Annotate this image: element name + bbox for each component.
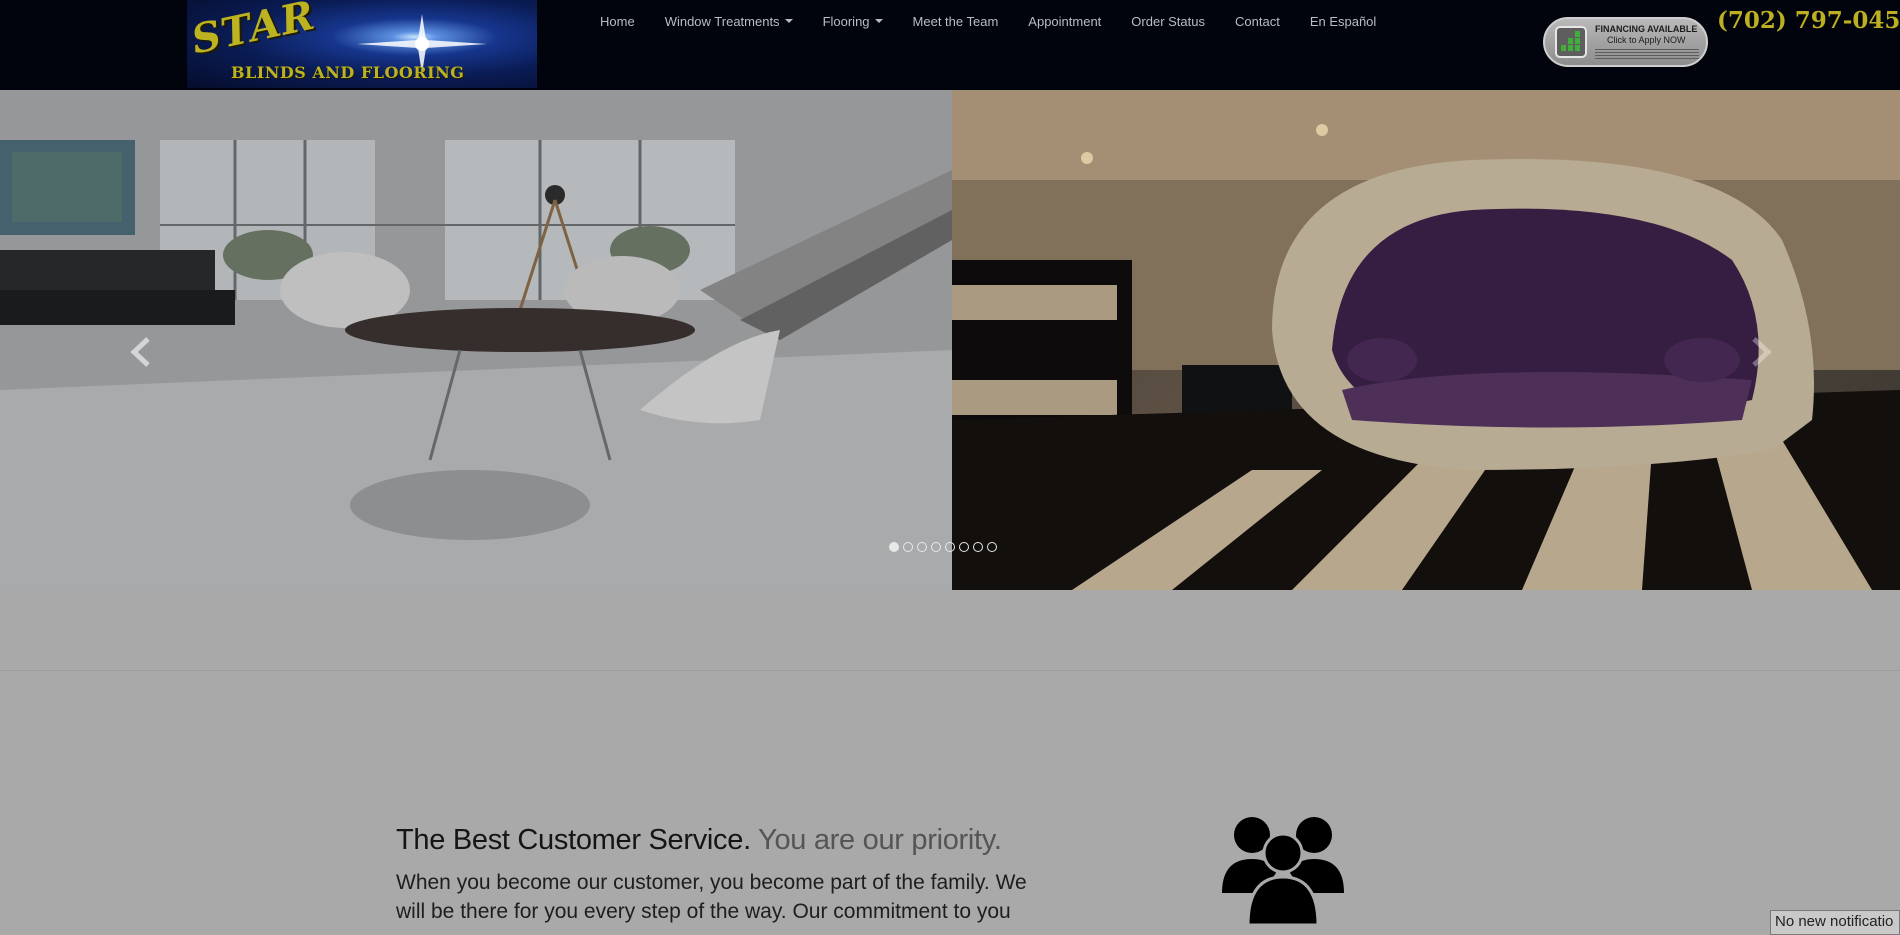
section-divider <box>0 670 1900 671</box>
nav-order-status-label: Order Status <box>1131 13 1205 29</box>
financing-title: FINANCING AVAILABLE <box>1595 24 1698 34</box>
logo-subtitle: BLINDS AND FLOORING <box>231 63 465 82</box>
carousel-indicator[interactable] <box>931 542 941 552</box>
carousel-prev-button[interactable] <box>128 335 154 378</box>
chevron-left-icon <box>130 337 150 367</box>
hero-carousel <box>0 90 1900 590</box>
caret-down-icon <box>784 19 793 23</box>
nav-flooring-label: Flooring <box>822 13 870 29</box>
nav-meet-the-team[interactable]: Meet the Team <box>898 0 1014 42</box>
financing-fine-print <box>1595 49 1699 59</box>
chevron-right-icon <box>1752 337 1772 367</box>
phone-number[interactable]: (702) 797-0452 <box>1717 7 1900 34</box>
caret-down-icon <box>874 19 883 23</box>
financing-cta: Click to Apply NOW <box>1607 35 1686 45</box>
feature-body: When you become our customer, you become… <box>396 871 1027 923</box>
carousel-indicator[interactable] <box>903 542 913 552</box>
nav-home-label: Home <box>600 13 635 29</box>
carousel-indicator[interactable] <box>987 542 997 552</box>
main-nav: Home Window Treatments Flooring Meet the… <box>585 0 1391 42</box>
people-group-icon <box>1222 817 1344 925</box>
carousel-indicators <box>889 542 997 552</box>
navbar: STAR BLINDS AND FLOORING Home Window Tre… <box>0 0 1900 91</box>
nav-flooring[interactable]: Flooring <box>808 0 898 42</box>
carousel-indicator[interactable] <box>889 542 899 552</box>
carousel-indicator[interactable] <box>973 542 983 552</box>
financing-button[interactable]: FINANCING AVAILABLE Click to Apply NOW <box>1543 17 1708 67</box>
nav-contact-label: Contact <box>1235 13 1280 29</box>
nav-en-espanol-label: En Español <box>1309 13 1377 29</box>
notification-toast[interactable]: No new notificatio <box>1770 910 1900 935</box>
nav-window-treatments-label: Window Treatments <box>664 13 780 29</box>
nav-appointment-label: Appointment <box>1028 13 1102 29</box>
carousel-next-button[interactable] <box>1748 335 1774 378</box>
carousel-indicator[interactable] <box>917 542 927 552</box>
feature-heading-muted: You are our priority. <box>750 824 1002 856</box>
nav-window-treatments[interactable]: Window Treatments <box>650 0 808 42</box>
nav-appointment[interactable]: Appointment <box>1013 0 1116 42</box>
feature-heading-main: The Best Customer Service. <box>396 824 751 856</box>
carousel-indicator[interactable] <box>945 542 955 552</box>
feature-heading: The Best Customer Service. You are our p… <box>396 824 1002 857</box>
nav-order-status[interactable]: Order Status <box>1116 0 1220 42</box>
nav-contact[interactable]: Contact <box>1220 0 1295 42</box>
site-logo[interactable]: STAR BLINDS AND FLOORING <box>187 0 537 88</box>
nav-en-espanol[interactable]: En Español <box>1295 0 1392 42</box>
nav-meet-the-team-label: Meet the Team <box>912 13 999 29</box>
nav-home[interactable]: Home <box>585 0 650 42</box>
financing-chart-icon <box>1555 26 1587 58</box>
carousel-indicator[interactable] <box>959 542 969 552</box>
logo-title: STAR <box>187 0 320 64</box>
